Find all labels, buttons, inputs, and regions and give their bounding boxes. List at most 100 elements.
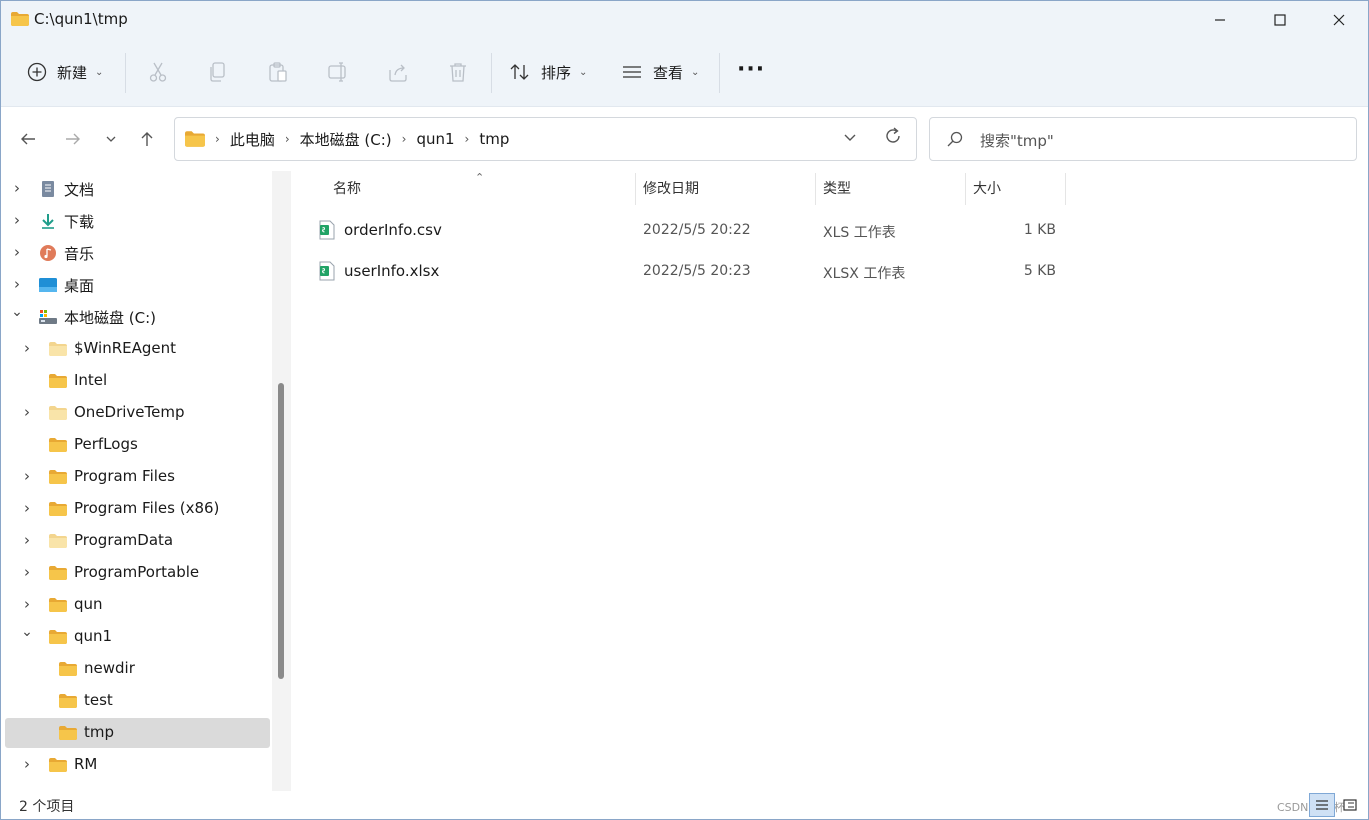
file-name: userInfo.xlsx bbox=[344, 262, 440, 280]
breadcrumb-tmp[interactable]: tmp bbox=[479, 130, 509, 148]
file-row[interactable]: userInfo.xlsx 2022/5/5 20:23 XLSX 工作表 5 KB bbox=[311, 252, 1071, 290]
column-divider[interactable] bbox=[965, 173, 966, 205]
column-divider[interactable] bbox=[1065, 173, 1066, 205]
sidebar-item-label: Program Files bbox=[74, 467, 175, 485]
arrow-up-icon bbox=[141, 132, 153, 146]
sidebar-item-programdata[interactable]: › ProgramData bbox=[5, 526, 270, 556]
chevron-down-icon: ⌄ bbox=[691, 66, 700, 78]
maximize-icon bbox=[1274, 14, 1286, 26]
folder-icon bbox=[49, 437, 67, 453]
sidebar-scrollbar-thumb[interactable] bbox=[278, 383, 284, 679]
sidebar-item-intel[interactable]: Intel bbox=[5, 366, 270, 396]
cut-icon[interactable] bbox=[147, 61, 169, 83]
sidebar-item-program-files-x86[interactable]: › Program Files (x86) bbox=[5, 494, 270, 524]
sidebar-item-label: OneDriveTemp bbox=[74, 403, 185, 421]
sidebar-item-test[interactable]: test bbox=[5, 686, 270, 716]
view-button[interactable]: 查看 ⌄ bbox=[621, 52, 699, 92]
sidebar-item-[interactable]: › 文档 bbox=[5, 174, 270, 204]
breadcrumb-qun1[interactable]: qun1 bbox=[416, 130, 454, 148]
sidebar-item-tmp[interactable]: tmp bbox=[5, 718, 270, 748]
sidebar-item-label: ProgramPortable bbox=[74, 563, 200, 581]
file-row[interactable]: orderInfo.csv 2022/5/5 20:22 XLS 工作表 1 KB bbox=[311, 211, 1071, 249]
search-box[interactable]: 搜索"tmp" bbox=[929, 117, 1357, 161]
sort-icon bbox=[510, 64, 529, 80]
delete-icon[interactable] bbox=[447, 61, 469, 83]
sidebar-item-label: 下载 bbox=[64, 213, 95, 231]
sidebar-item-newdir[interactable]: newdir bbox=[5, 654, 270, 684]
chevron-right-icon[interactable]: › bbox=[20, 531, 34, 549]
sidebar-item-label: 桌面 bbox=[64, 277, 95, 295]
sidebar-item-onedrivetemp[interactable]: › OneDriveTemp bbox=[5, 398, 270, 428]
up-button[interactable] bbox=[135, 127, 159, 151]
chevron-right-icon[interactable]: › bbox=[20, 467, 34, 485]
chevron-down-icon[interactable]: ⌄ bbox=[20, 624, 34, 640]
paste-icon[interactable] bbox=[267, 61, 289, 83]
sidebar-item-qun1[interactable]: ⌄ qun1 bbox=[5, 622, 270, 652]
sidebar-item-label: 文档 bbox=[64, 181, 95, 199]
rename-icon[interactable] bbox=[327, 61, 349, 83]
chevron-right-icon[interactable]: › bbox=[20, 339, 34, 357]
chevron-right-icon[interactable]: › bbox=[20, 563, 34, 581]
chevron-down-icon[interactable]: ⌄ bbox=[10, 304, 24, 320]
sort-button[interactable]: 排序 ⌄ bbox=[509, 52, 587, 92]
sidebar-item-qun[interactable]: › qun bbox=[5, 590, 270, 620]
back-button[interactable] bbox=[16, 127, 40, 151]
sidebar-item-label: 本地磁盘 (C:) bbox=[64, 309, 156, 327]
recent-locations-button[interactable] bbox=[99, 127, 123, 151]
spreadsheet-file-icon bbox=[319, 261, 335, 281]
column-header-modified[interactable]: 修改日期 bbox=[643, 171, 699, 205]
column-header-name[interactable]: 名称 bbox=[333, 171, 361, 205]
sidebar-item-[interactable]: › 音乐 bbox=[5, 238, 270, 268]
chevron-right-icon: › bbox=[401, 132, 407, 146]
chevron-down-icon bbox=[106, 136, 116, 142]
chevron-right-icon: › bbox=[215, 132, 220, 146]
chevron-right-icon[interactable]: › bbox=[20, 755, 34, 773]
file-size: 1 KB bbox=[1023, 222, 1056, 238]
sidebar-item-winreagent[interactable]: › $WinREAgent bbox=[5, 334, 270, 364]
chevron-right-icon[interactable]: › bbox=[10, 179, 24, 197]
new-label: 新建 bbox=[57, 63, 88, 82]
maximize-button[interactable] bbox=[1251, 1, 1309, 39]
chevron-right-icon[interactable]: › bbox=[20, 403, 34, 421]
arrow-right-icon bbox=[66, 133, 80, 145]
column-header-type[interactable]: 类型 bbox=[823, 171, 851, 205]
folder-light-icon bbox=[49, 405, 67, 421]
details-view-icon bbox=[1316, 800, 1328, 810]
chevron-right-icon[interactable]: › bbox=[20, 499, 34, 517]
sidebar-item-c[interactable]: ⌄ 本地磁盘 (C:) bbox=[5, 302, 270, 332]
column-divider[interactable] bbox=[635, 173, 636, 205]
new-button[interactable]: 新建 ⌄ bbox=[27, 52, 103, 92]
tiles-view-button[interactable] bbox=[1337, 793, 1363, 817]
file-type: XLS 工作表 bbox=[823, 225, 896, 241]
column-divider[interactable] bbox=[815, 173, 816, 205]
sidebar-item-[interactable]: › 下载 bbox=[5, 206, 270, 236]
sidebar-item-label: test bbox=[84, 691, 113, 709]
refresh-icon[interactable] bbox=[883, 126, 903, 146]
breadcrumb-this-pc[interactable]: 此电脑 bbox=[230, 129, 275, 150]
more-options-button[interactable]: ··· bbox=[737, 49, 765, 89]
navigation-pane: › 文档 › 下载 › 音乐 › 桌面 ⌄ 本地磁盘 (C:) › $WinREAgent Intel ›… bbox=[1, 171, 291, 791]
sidebar-item-rm[interactable]: › RM bbox=[5, 750, 270, 780]
share-icon[interactable] bbox=[387, 61, 409, 83]
column-header-size[interactable]: 大小 bbox=[973, 171, 1001, 205]
chevron-right-icon[interactable]: › bbox=[10, 243, 24, 261]
sidebar-item-program-files[interactable]: › Program Files bbox=[5, 462, 270, 492]
close-button[interactable] bbox=[1310, 1, 1368, 39]
chevron-down-icon[interactable] bbox=[843, 130, 857, 144]
sidebar-item-label: RM bbox=[74, 755, 98, 773]
chevron-right-icon[interactable]: › bbox=[20, 595, 34, 613]
sidebar-item-programportable[interactable]: › ProgramPortable bbox=[5, 558, 270, 588]
folder-icon bbox=[49, 469, 67, 485]
chevron-right-icon[interactable]: › bbox=[10, 211, 24, 229]
sidebar-item-[interactable]: › 桌面 bbox=[5, 270, 270, 300]
breadcrumb-drive-c[interactable]: 本地磁盘 (C:) bbox=[300, 129, 392, 150]
chevron-right-icon: › bbox=[284, 132, 290, 146]
forward-button[interactable] bbox=[61, 127, 85, 151]
sidebar-item-perflogs[interactable]: PerfLogs bbox=[5, 430, 270, 460]
explorer-window: C:\qun1\tmp 新建 ⌄ 排序 ⌄ 查看 ⌄ ··· › 此电脑 › 本… bbox=[0, 0, 1369, 820]
minimize-button[interactable] bbox=[1191, 1, 1249, 39]
copy-icon[interactable] bbox=[207, 61, 229, 83]
address-bar[interactable]: › 此电脑 › 本地磁盘 (C:) › qun1 › tmp bbox=[174, 117, 917, 161]
chevron-right-icon[interactable]: › bbox=[10, 275, 24, 293]
details-view-button[interactable] bbox=[1309, 793, 1335, 817]
